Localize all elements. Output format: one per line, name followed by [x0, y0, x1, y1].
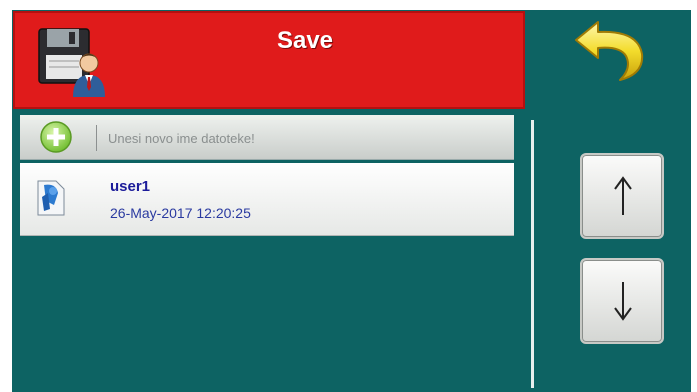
file-date: 26-May-2017 12:20:25 [110, 205, 251, 221]
screen-frame-top [0, 0, 697, 10]
row-separator [96, 125, 97, 151]
new-file-name-input[interactable] [108, 127, 488, 149]
user-file-icon [37, 180, 65, 216]
file-name: user1 [110, 178, 151, 195]
new-file-row [20, 115, 514, 160]
arrow-up-icon [614, 176, 632, 215]
panel-divider [531, 120, 534, 388]
page-title: Save [276, 27, 334, 54]
scroll-up-button[interactable] [580, 153, 664, 239]
arrow-down-icon [614, 282, 632, 321]
screen-frame-left [0, 0, 12, 392]
scroll-down-button[interactable] [580, 258, 664, 344]
file-list-item[interactable]: user1 26-May-2017 12:20:25 [20, 163, 514, 236]
save-user-icon [38, 28, 105, 97]
add-circle-icon[interactable] [39, 120, 73, 154]
screen-frame-right [691, 0, 697, 392]
title-bar: Save [13, 11, 525, 109]
undo-arrow-icon[interactable] [572, 18, 652, 84]
